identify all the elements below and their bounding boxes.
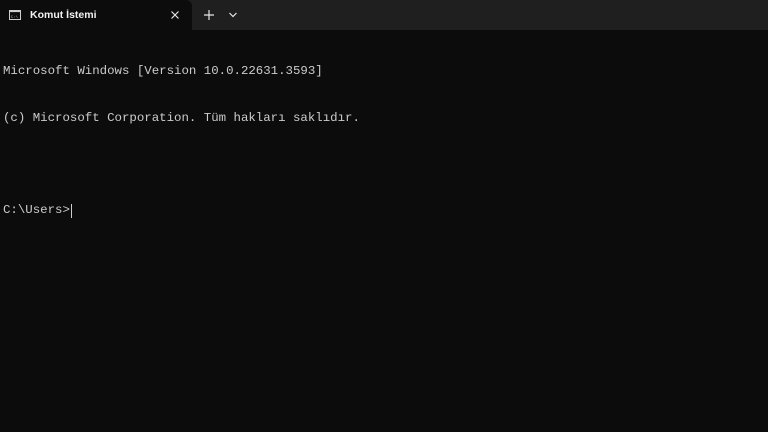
text-cursor [70,203,72,218]
tab-command-prompt[interactable]: C:\ Komut İstemi [0,0,192,30]
prompt-text: C:\Users> [3,203,70,217]
prompt-line[interactable]: C:\Users> [3,203,763,219]
chevron-down-icon [229,12,237,18]
terminal-window: C:\ Komut İstemi Microsoft Windows [Vers… [0,0,768,432]
svg-text:C:\: C:\ [11,15,19,20]
new-tab-button[interactable] [200,7,218,23]
terminal-output[interactable]: Microsoft Windows [Version 10.0.22631.35… [3,33,763,428]
tab-title: Komut İstemi [30,9,97,21]
close-icon[interactable] [168,8,182,22]
terminal-line-version: Microsoft Windows [Version 10.0.22631.35… [3,64,323,78]
command-prompt-icon: C:\ [9,10,21,20]
tab-dropdown-button[interactable] [225,8,241,22]
tab-bar: C:\ Komut İstemi [0,0,768,30]
terminal-line-copyright: (c) Microsoft Corporation. Tüm hakları s… [3,110,360,125]
plus-icon [204,10,214,20]
